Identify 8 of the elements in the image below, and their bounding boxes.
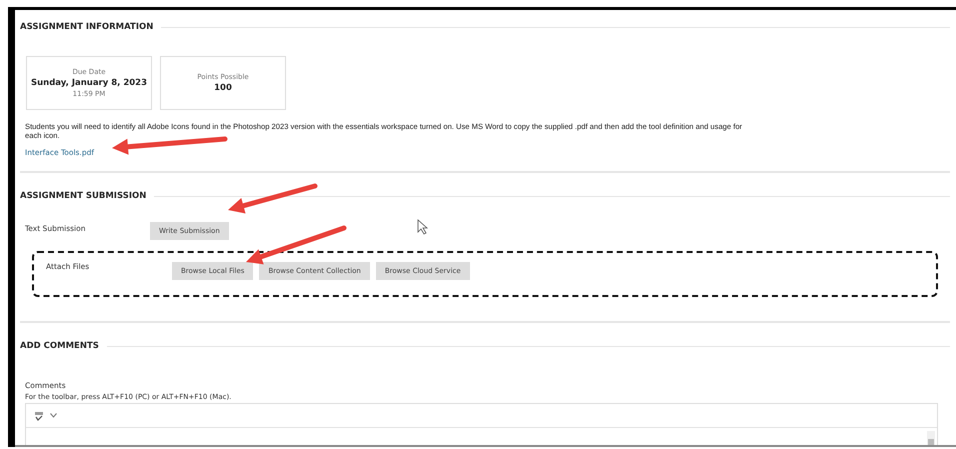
section-heading: ASSIGNMENT SUBMISSION	[20, 191, 146, 201]
section-heading: ASSIGNMENT INFORMATION	[20, 22, 154, 32]
spellcheck-icon[interactable]	[34, 410, 44, 420]
chevron-down-icon[interactable]	[50, 413, 57, 418]
card-value: Sunday, January 8, 2023	[30, 78, 148, 88]
section-heading: ADD COMMENTS	[20, 341, 99, 351]
mouse-cursor-icon	[418, 219, 428, 235]
card-value: 100	[214, 83, 232, 93]
